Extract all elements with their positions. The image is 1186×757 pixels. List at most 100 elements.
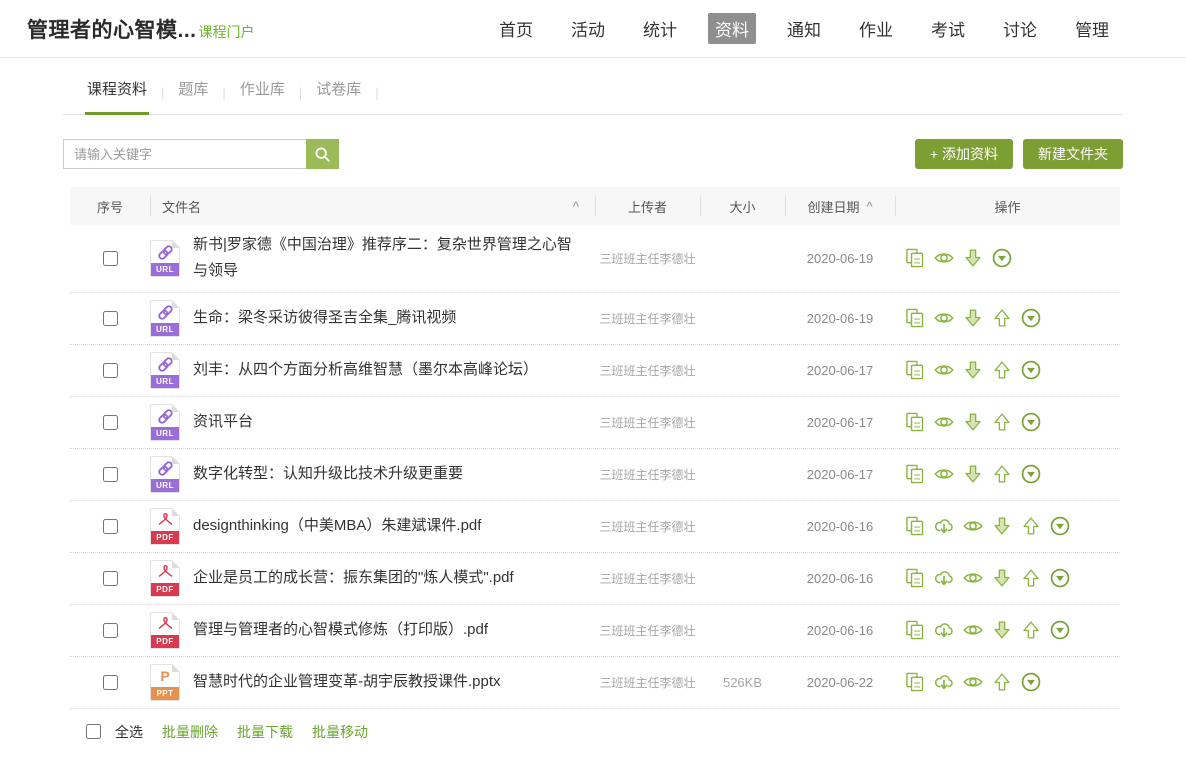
batch-link-批量移动[interactable]: 批量移动 [312, 722, 368, 742]
preview-eye-icon[interactable] [933, 247, 955, 269]
row-checkbox[interactable] [103, 467, 118, 482]
more-menu-icon[interactable] [991, 247, 1013, 269]
cloud-download-icon[interactable] [933, 619, 955, 641]
upload-arrow-icon[interactable] [1020, 567, 1042, 589]
file-name[interactable]: 刘丰：从四个方面分析高维智慧（墨尔本高峰论坛） [193, 357, 538, 383]
nav-item-活动[interactable]: 活动 [564, 13, 612, 44]
batch-link-批量删除[interactable]: 批量删除 [162, 722, 218, 742]
select-all-checkbox[interactable] [86, 724, 101, 739]
file-name[interactable]: 新书|罗家德《中国治理》推荐序二：复杂世界管理之心智与领导 [193, 232, 581, 285]
file-name[interactable]: 智慧时代的企业管理变革-胡宇辰教授课件.pptx [193, 669, 501, 695]
copy-icon[interactable] [904, 463, 926, 485]
nav-item-资料[interactable]: 资料 [708, 13, 756, 44]
row-checkbox[interactable] [103, 675, 118, 690]
main-container: 课程资料|题库|作业库|试卷库| + 添加资料 新建文件夹 序号 文件名 ^ [0, 78, 1186, 742]
nav-item-管理[interactable]: 管理 [1068, 13, 1116, 44]
row-checkbox[interactable] [103, 415, 118, 430]
row-checkbox[interactable] [103, 519, 118, 534]
copy-icon[interactable] [904, 359, 926, 381]
more-menu-icon[interactable] [1049, 515, 1071, 537]
more-menu-icon[interactable] [1020, 463, 1042, 485]
more-menu-icon[interactable] [1049, 567, 1071, 589]
more-menu-icon[interactable] [1049, 619, 1071, 641]
sort-caret-filename[interactable]: ^ [573, 199, 579, 214]
preview-eye-icon[interactable] [962, 515, 984, 537]
download-arrow-icon[interactable] [991, 567, 1013, 589]
upload-arrow-icon[interactable] [991, 359, 1013, 381]
download-arrow-icon[interactable] [962, 359, 984, 381]
copy-icon[interactable] [904, 567, 926, 589]
nav-item-统计[interactable]: 统计 [636, 13, 684, 44]
download-arrow-icon[interactable] [991, 619, 1013, 641]
nav-item-考试[interactable]: 考试 [924, 13, 972, 44]
row-checkbox[interactable] [103, 623, 118, 638]
upload-arrow-icon[interactable] [991, 463, 1013, 485]
row-checkbox[interactable] [103, 363, 118, 378]
file-name[interactable]: 生命：梁冬采访彼得圣吉全集_腾讯视频 [193, 305, 456, 331]
row-actions-cell [895, 307, 1120, 329]
tab-试卷库[interactable]: 试卷库 [314, 78, 363, 115]
preview-eye-icon[interactable] [962, 671, 984, 693]
copy-icon[interactable] [904, 515, 926, 537]
copy-icon[interactable] [904, 247, 926, 269]
download-arrow-icon[interactable] [962, 411, 984, 433]
cloud-download-icon[interactable] [933, 671, 955, 693]
upload-arrow-icon[interactable] [991, 671, 1013, 693]
tab-题库[interactable]: 题库 [176, 78, 210, 115]
upload-arrow-icon[interactable] [1020, 515, 1042, 537]
more-menu-icon[interactable] [1020, 307, 1042, 329]
tab-作业库[interactable]: 作业库 [238, 78, 287, 115]
new-folder-button[interactable]: 新建文件夹 [1023, 139, 1123, 169]
download-arrow-icon[interactable] [991, 515, 1013, 537]
download-arrow-icon[interactable] [962, 247, 984, 269]
nav-item-首页[interactable]: 首页 [492, 13, 540, 44]
row-created-cell: 2020-06-16 [785, 571, 895, 586]
file-name[interactable]: 管理与管理者的心智模式修炼（打印版）.pdf [193, 617, 488, 643]
row-checkbox[interactable] [103, 571, 118, 586]
row-filename-cell: P PPT 智慧时代的企业管理变革-胡宇辰教授课件.pptx [150, 664, 595, 701]
more-menu-icon[interactable] [1020, 671, 1042, 693]
preview-eye-icon[interactable] [962, 567, 984, 589]
nav-item-讨论[interactable]: 讨论 [996, 13, 1044, 44]
preview-eye-icon[interactable] [933, 463, 955, 485]
more-menu-icon[interactable] [1020, 359, 1042, 381]
ppt-file-icon: P PPT [150, 664, 180, 701]
batch-link-批量下载[interactable]: 批量下载 [237, 722, 293, 742]
nav-item-作业[interactable]: 作业 [852, 13, 900, 44]
file-name[interactable]: 数字化转型：认知升级比技术升级更重要 [193, 461, 463, 487]
copy-icon[interactable] [904, 619, 926, 641]
upload-arrow-icon[interactable] [1020, 619, 1042, 641]
preview-eye-icon[interactable] [933, 411, 955, 433]
search-input[interactable] [63, 139, 306, 169]
tab-课程资料[interactable]: 课程资料 [85, 78, 149, 115]
download-arrow-icon[interactable] [962, 307, 984, 329]
more-menu-icon[interactable] [1020, 411, 1042, 433]
table-row-7: PDF 企业是员工的成长营：振东集团的"炼人模式".pdf 三班班主任李德壮 2… [70, 553, 1120, 605]
copy-icon[interactable] [904, 411, 926, 433]
copy-icon[interactable] [904, 671, 926, 693]
sort-caret-created[interactable]: ^ [866, 199, 872, 214]
copy-icon[interactable] [904, 307, 926, 329]
row-checkbox[interactable] [103, 311, 118, 326]
upload-arrow-icon[interactable] [991, 307, 1013, 329]
preview-eye-icon[interactable] [933, 307, 955, 329]
file-name[interactable]: 企业是员工的成长营：振东集团的"炼人模式".pdf [193, 565, 514, 591]
search-button[interactable] [306, 139, 339, 169]
upload-arrow-icon[interactable] [991, 411, 1013, 433]
download-arrow-icon[interactable] [962, 463, 984, 485]
column-header-created[interactable]: 创建日期 ^ [785, 187, 895, 225]
cloud-download-icon[interactable] [933, 567, 955, 589]
pdf-glyph [151, 561, 179, 584]
portal-link[interactable]: 课程门户 [199, 22, 255, 42]
add-material-button[interactable]: + 添加资料 [915, 139, 1013, 169]
url-glyph [151, 405, 179, 428]
preview-eye-icon[interactable] [962, 619, 984, 641]
file-name[interactable]: 资讯平台 [193, 409, 253, 435]
row-checkbox[interactable] [103, 251, 118, 266]
brand: 管理者的心智模... 课程门户 [27, 14, 255, 44]
cloud-download-icon[interactable] [933, 515, 955, 537]
column-header-filename[interactable]: 文件名 ^ [150, 187, 595, 225]
file-name[interactable]: designthinking（中美MBA）朱建斌课件.pdf [193, 513, 481, 539]
preview-eye-icon[interactable] [933, 359, 955, 381]
nav-item-通知[interactable]: 通知 [780, 13, 828, 44]
